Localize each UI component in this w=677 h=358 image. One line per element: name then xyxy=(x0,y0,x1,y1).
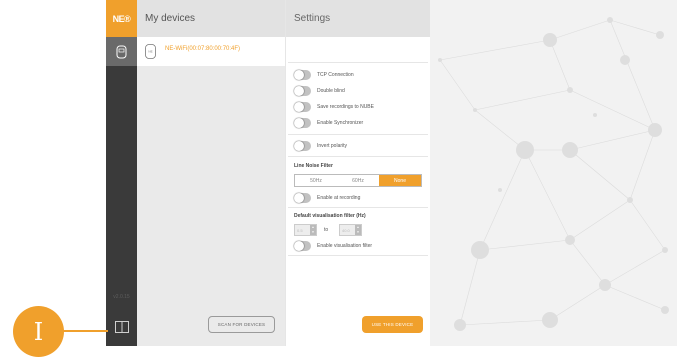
device-name: NE-WiFi(00:07:80:00:70:4F) xyxy=(165,46,241,52)
setting-label: Invert polarity xyxy=(317,143,348,149)
book-icon xyxy=(115,321,129,333)
scan-devices-button[interactable]: SCAN FOR DEVICES xyxy=(208,316,275,333)
sidebar-item-devices[interactable] xyxy=(106,37,137,66)
manual-button[interactable] xyxy=(113,318,131,336)
invert-polarity-toggle[interactable] xyxy=(294,141,311,151)
vis-filter-to-label: to xyxy=(324,227,329,233)
help-connector xyxy=(63,330,108,332)
setting-label: Enable at recording xyxy=(317,195,361,201)
use-device-button[interactable]: USE THIS DEVICE xyxy=(362,316,423,333)
line-noise-option-none[interactable]: None xyxy=(379,175,421,186)
line-noise-option-60hz[interactable]: 60Hz xyxy=(337,175,379,186)
save-nube-toggle[interactable] xyxy=(294,102,311,112)
app-window: NE® v2.0.15 My devices NE NE-WiFi(00:07:… xyxy=(0,0,677,358)
stepper-icon[interactable]: ▲ ▼ xyxy=(310,225,316,235)
tcp-toggle[interactable] xyxy=(294,70,311,80)
version-label: v2.0.15 xyxy=(113,294,130,300)
device-list-item[interactable]: NE NE-WiFi(00:07:80:00:70:4F) xyxy=(137,37,285,66)
vis-filter-to-value: 40.0 xyxy=(342,228,350,233)
setting-enable-recording: Enable at recording xyxy=(294,192,360,204)
setting-invert-polarity: Invert polarity xyxy=(294,140,347,152)
svg-text:NE: NE xyxy=(148,50,152,54)
divider xyxy=(288,255,428,256)
line-noise-title: Line Noise Filter xyxy=(294,163,333,169)
setting-double-blind: Double blind xyxy=(294,85,345,97)
enable-vis-filter-toggle[interactable] xyxy=(294,241,311,251)
device-icon xyxy=(116,45,127,58)
vis-filter-title: Default visualisation filter (Hz) xyxy=(294,213,366,219)
network-pattern xyxy=(438,17,669,331)
divider xyxy=(288,134,428,135)
network-background xyxy=(430,0,677,346)
setting-label: Enable visualisation filter xyxy=(317,243,373,249)
stepper-icon[interactable]: ▲ ▼ xyxy=(355,225,361,235)
synchronizer-toggle[interactable] xyxy=(294,118,311,128)
line-noise-option-50hz[interactable]: 50Hz xyxy=(295,175,337,186)
setting-enable-vis-filter: Enable visualisation filter xyxy=(294,240,372,252)
setting-save-nube: Save recordings to NUBE xyxy=(294,101,374,113)
settings-title: Settings xyxy=(286,0,430,37)
divider xyxy=(288,156,428,157)
device-icon: NE xyxy=(145,44,156,59)
divider xyxy=(288,207,428,208)
vis-filter-from-input[interactable]: 0.5 ▲ ▼ xyxy=(294,224,317,236)
settings-panel: Settings TCP Connection Double blind Sav… xyxy=(285,0,430,346)
app-logo: NE® xyxy=(106,0,137,37)
setting-label: Double blind xyxy=(317,88,345,94)
setting-label: Enable Synchronizer xyxy=(317,120,364,126)
setting-synchronizer: Enable Synchronizer xyxy=(294,117,363,129)
divider xyxy=(288,62,428,63)
enable-recording-toggle[interactable] xyxy=(294,193,311,203)
double-blind-toggle[interactable] xyxy=(294,86,311,96)
devices-title: My devices xyxy=(137,0,285,37)
setting-label: Save recordings to NUBE xyxy=(317,104,374,110)
sidebar: NE® v2.0.15 xyxy=(106,0,137,346)
line-noise-selector: 50Hz 60Hz None xyxy=(294,174,422,187)
setting-tcp-connection: TCP Connection xyxy=(294,69,354,81)
help-bubble[interactable]: I xyxy=(13,306,64,357)
devices-panel: My devices NE NE-WiFi(00:07:80:00:70:4F)… xyxy=(137,0,285,346)
vis-filter-to-input[interactable]: 40.0 ▲ ▼ xyxy=(339,224,362,236)
setting-label: TCP Connection xyxy=(317,72,354,78)
vis-filter-from-value: 0.5 xyxy=(297,228,303,233)
